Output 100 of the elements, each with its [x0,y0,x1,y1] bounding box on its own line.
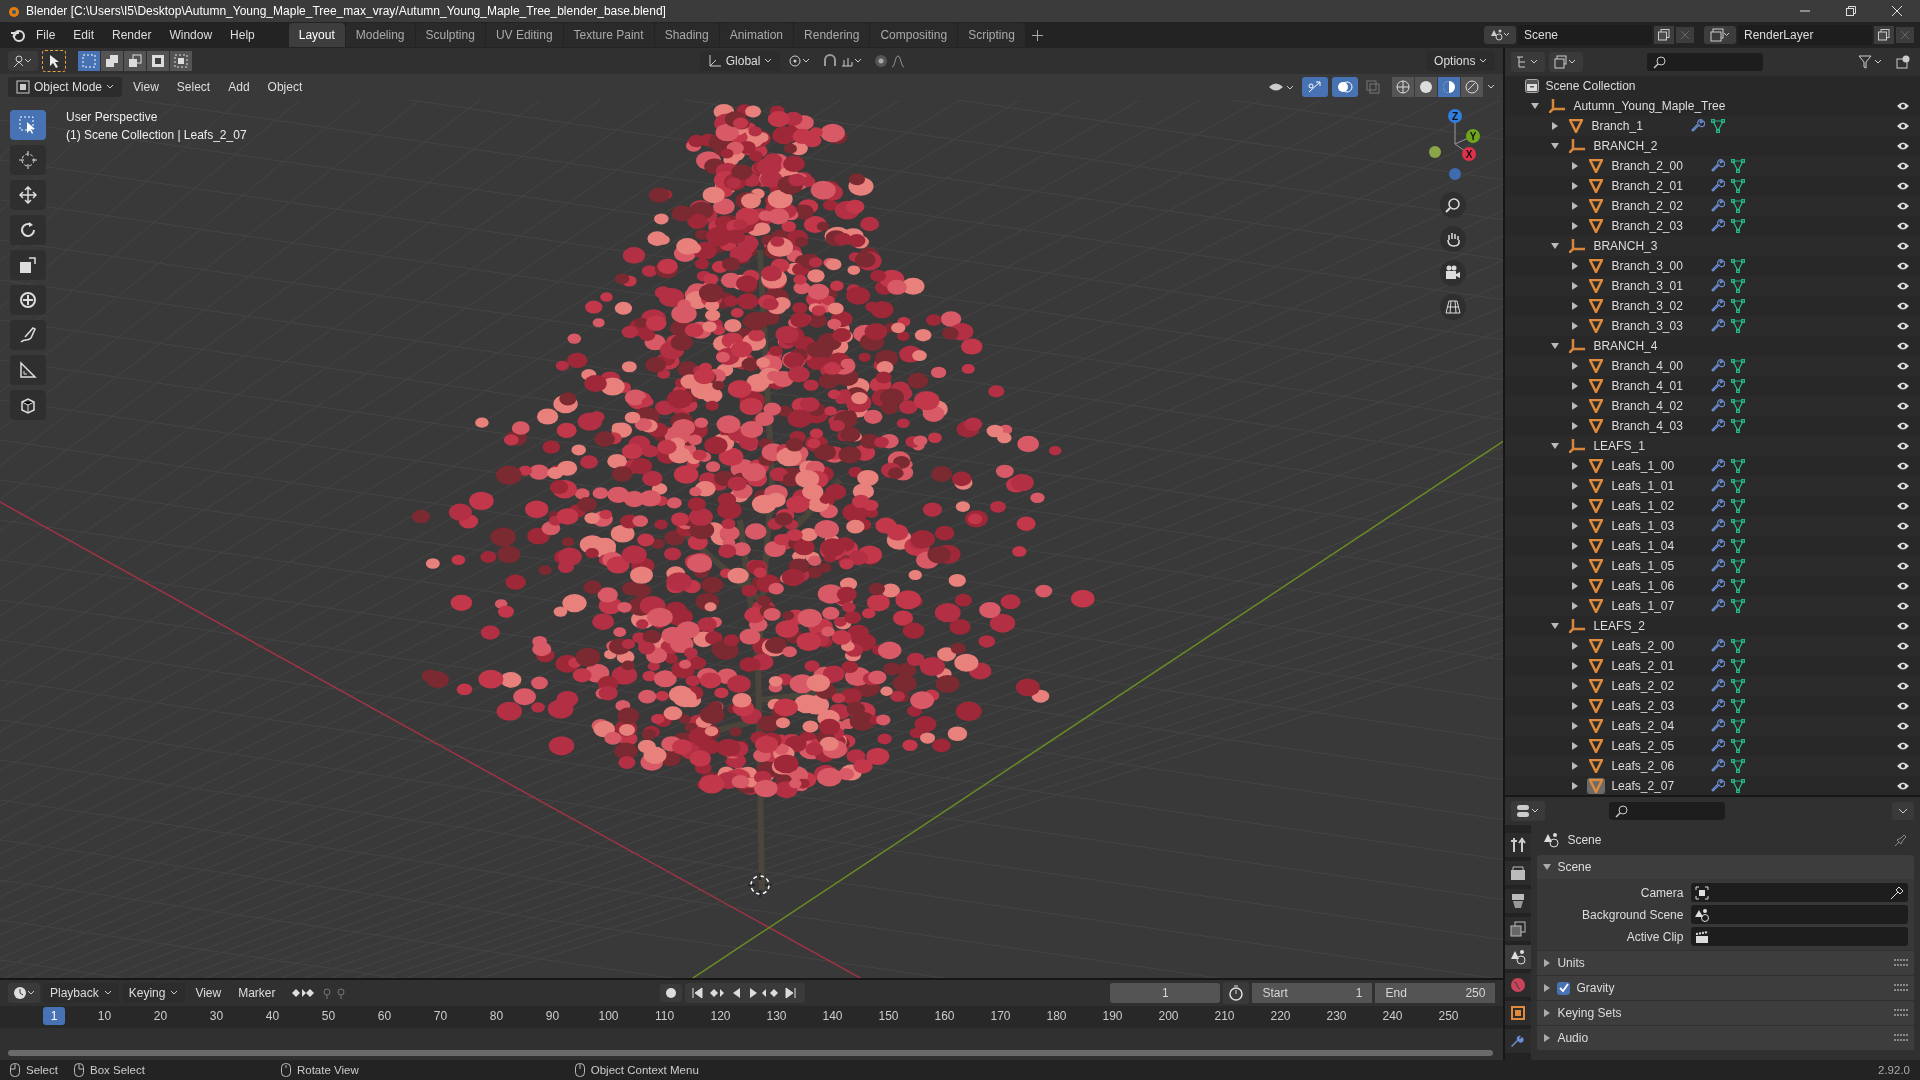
mesh-object-icon[interactable] [1587,278,1606,294]
mesh-object-icon[interactable] [1587,658,1606,674]
maximize-icon[interactable] [1846,6,1856,16]
menu-item[interactable]: Help [222,25,263,45]
drag-handle-icon[interactable] [1894,984,1908,992]
outliner-item-name[interactable]: Branch_3_02 [1611,299,1706,313]
outliner-item-name[interactable]: Leafs_2_01 [1611,659,1706,673]
wrench-icon[interactable] [1711,779,1726,793]
filter-icon[interactable] [1858,55,1884,69]
wrench-icon[interactable] [1711,299,1726,313]
axis-handle[interactable]: X [1462,147,1477,161]
mesh-data-icon[interactable] [1731,499,1746,513]
mesh-object-icon[interactable] [1587,378,1606,394]
material-shading-button[interactable] [1438,77,1461,97]
mesh-data-icon[interactable] [1731,559,1746,573]
mesh-object-icon[interactable] [1587,558,1606,574]
timeline-menu[interactable]: View [188,983,229,1003]
solid-shading-button[interactable] [1415,77,1438,97]
wrench-icon[interactable] [1711,419,1726,433]
new-collection-icon[interactable] [1896,55,1910,69]
mesh-data-icon[interactable] [1711,119,1726,133]
visibility-eye-icon[interactable] [1896,421,1910,431]
wrench-icon[interactable] [1711,719,1726,733]
viewport-menu[interactable]: Object [260,77,310,97]
outliner-item-name[interactable]: LEAFS_1 [1593,439,1688,453]
menu-item[interactable]: File [28,25,64,45]
wrench-icon[interactable] [1711,499,1726,513]
mesh-object-icon[interactable] [1587,198,1606,214]
negative-axis-handle[interactable] [1429,146,1442,158]
collection-icon[interactable] [1567,238,1588,254]
pivot-point-icon[interactable] [788,54,811,68]
mesh-data-icon[interactable] [1731,299,1746,313]
expand-toggle[interactable] [1571,402,1580,410]
visibility-eye-icon[interactable] [1896,701,1910,711]
expand-toggle[interactable] [1543,1009,1552,1017]
object-field[interactable] [1691,905,1908,924]
mesh-data-icon[interactable] [1731,399,1746,413]
rendered-shading-button[interactable] [1461,77,1484,97]
workspace-tab[interactable]: Modeling [345,23,415,47]
expand-toggle[interactable] [1571,262,1580,270]
display-mode-button[interactable] [1511,52,1546,72]
expand-toggle[interactable] [1551,622,1560,630]
expand-toggle[interactable] [1571,382,1580,390]
wrench-icon[interactable] [1711,599,1726,613]
output-tab[interactable] [1505,889,1532,913]
visibility-eye-icon[interactable] [1896,581,1910,591]
caret-icon[interactable] [1487,84,1496,90]
mesh-data-icon[interactable] [1731,539,1746,553]
wrench-icon[interactable] [1711,559,1726,573]
axis-handle[interactable]: Y [1466,129,1481,143]
scene-tab[interactable] [1505,945,1532,969]
outliner-item-name[interactable]: Branch_4_03 [1611,419,1706,433]
visibility-eye-icon[interactable] [1896,501,1910,511]
editor-type-button[interactable] [1511,801,1546,821]
viewport-menu[interactable]: Select [169,77,218,97]
wrench-icon[interactable] [1711,659,1726,673]
modifier-tab[interactable] [1505,1029,1532,1053]
timeline-menu[interactable]: Keying [121,983,186,1003]
mesh-data-icon[interactable] [1731,599,1746,613]
expand-toggle[interactable] [1543,984,1552,992]
visibility-eye-icon[interactable] [1896,741,1910,751]
mesh-data-icon[interactable] [1731,519,1746,533]
outliner-item-name[interactable]: Branch_4_01 [1611,379,1706,393]
expand-toggle[interactable] [1571,702,1580,710]
mesh-data-icon[interactable] [1731,479,1746,493]
filter-view-button[interactable] [1549,52,1584,72]
eyedropper-icon[interactable] [1890,885,1904,900]
visibility-eye-icon[interactable] [1896,401,1910,411]
outliner-item-name[interactable]: Branch_4_00 [1611,359,1706,373]
expand-toggle[interactable] [1571,202,1580,210]
mesh-data-icon[interactable] [1731,639,1746,653]
mesh-data-icon[interactable] [1731,359,1746,373]
mode-dropdown[interactable]: Object Mode [8,77,123,97]
select-tool-button[interactable] [42,50,66,72]
expand-toggle[interactable] [1571,502,1580,510]
search-field[interactable] [1647,53,1764,71]
transform-orientation-dropdown[interactable]: Global [699,51,781,71]
visibility-eye-icon[interactable] [1896,541,1910,551]
start-frame-field[interactable]: Start 1 [1252,983,1373,1003]
mesh-object-icon[interactable] [1587,698,1606,714]
expand-toggle[interactable] [1551,442,1560,450]
measure-tool[interactable] [10,355,46,385]
playback-controls[interactable] [684,983,805,1003]
drag-handle-icon[interactable] [1894,1034,1908,1042]
collection-icon[interactable] [1567,338,1588,354]
wireframe-shading-button[interactable] [1392,77,1415,97]
mesh-object-icon[interactable] [1587,158,1606,174]
visibility-eye-icon[interactable] [1896,661,1910,671]
wrench-icon[interactable] [1711,399,1726,413]
mesh-object-icon[interactable] [1587,578,1606,594]
outliner-item-name[interactable]: Leafs_1_04 [1611,539,1706,553]
add-cube-tool[interactable] [10,390,46,420]
visibility-eye-icon[interactable] [1896,121,1910,131]
timeline-menu[interactable]: Marker [231,983,283,1003]
expand-toggle[interactable] [1571,562,1580,570]
outliner-item-name[interactable]: Leafs_1_07 [1611,599,1706,613]
workspace-tab[interactable]: UV Editing [485,23,563,47]
mesh-object-icon[interactable] [1587,398,1606,414]
zoom-button[interactable] [1440,192,1467,218]
wrench-icon[interactable] [1711,639,1726,653]
